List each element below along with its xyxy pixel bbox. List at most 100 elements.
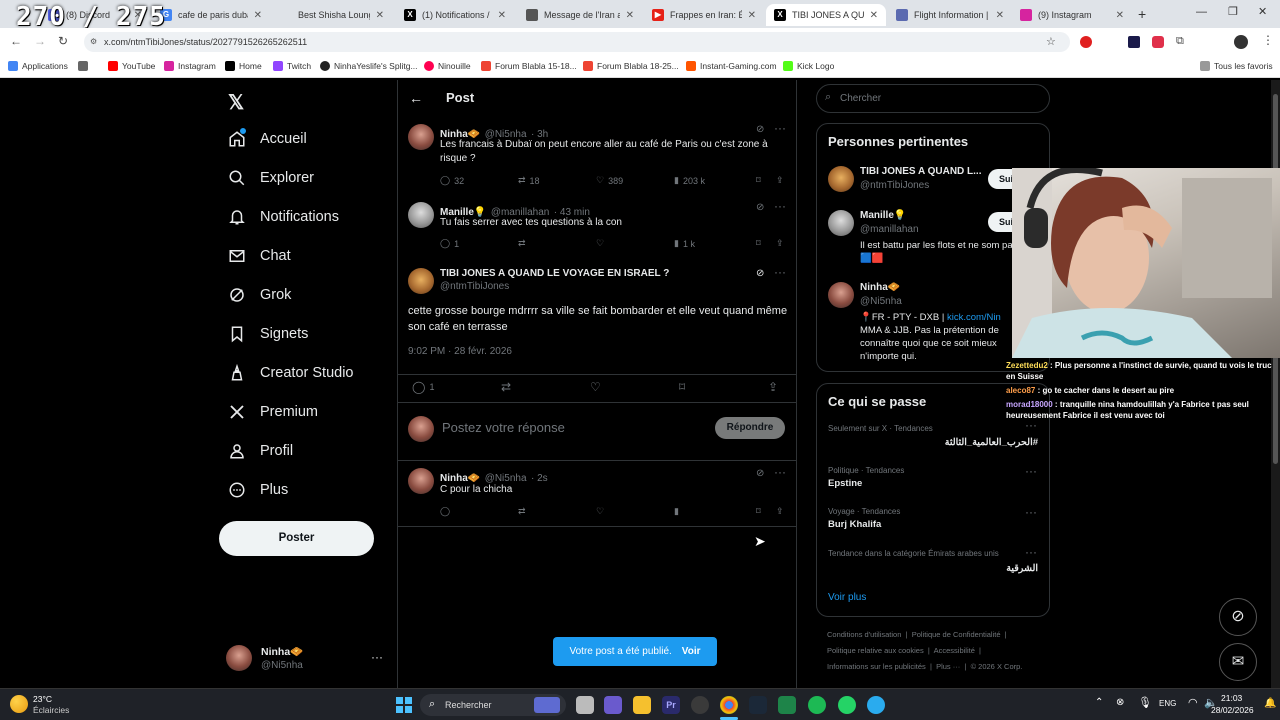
bookmark-button[interactable]: ⌑ xyxy=(679,380,768,394)
reload-icon[interactable]: ↻ xyxy=(58,34,68,48)
reply-button[interactable]: ◯ 1 xyxy=(440,238,518,249)
nav-notifications[interactable]: Notifications xyxy=(228,208,339,226)
bookmark-instagram[interactable]: Instagram xyxy=(164,61,216,71)
close-icon[interactable]: ✕ xyxy=(870,10,878,21)
tab-x-notifications[interactable]: X (1) Notifications / X ✕ xyxy=(396,4,514,26)
share-button[interactable]: ⇪ xyxy=(768,380,778,394)
nav-bookmarks[interactable]: Signets xyxy=(228,325,308,343)
whatsapp-icon[interactable] xyxy=(838,696,856,714)
bookmark-kick-logo[interactable]: Kick Logo xyxy=(783,61,834,71)
bookmark-all-favorites[interactable]: Tous les favoris xyxy=(1200,61,1273,71)
bookmark-forum-18-25[interactable]: Forum Blabla 18-25... xyxy=(583,61,679,71)
reply-button[interactable]: ◯ xyxy=(440,506,518,517)
x-logo-icon[interactable]: 𝕏 xyxy=(228,90,244,115)
reply-button[interactable]: ◯ 32 xyxy=(440,175,518,186)
profile-avatar-icon[interactable] xyxy=(1234,35,1248,49)
footer-link[interactable]: Accessibilité xyxy=(934,646,975,655)
chrome-icon[interactable] xyxy=(720,696,738,714)
notification-bell-icon[interactable]: 🔔 xyxy=(1264,698,1276,709)
grok-icon[interactable]: ⊘ xyxy=(756,468,764,479)
premiere-pro-icon[interactable]: Pr xyxy=(662,696,680,714)
thread-tweet[interactable]: Ninha🧇 @Ni5nha · 3h ⊘ ··· Les francais à… xyxy=(398,120,797,192)
thread-tweet[interactable]: Manille💡 @manillahan · 43 min ⊘ ··· Tu f… xyxy=(398,198,797,254)
tab-shisha[interactable]: Best Shisha Lounge in✕ xyxy=(274,4,392,26)
close-window-icon[interactable]: ✕ xyxy=(1258,5,1267,18)
more-horizontal-icon[interactable]: ··· xyxy=(1025,464,1037,478)
footer-link[interactable]: Plus ··· xyxy=(936,662,960,671)
more-horizontal-icon[interactable]: ··· xyxy=(774,265,786,279)
avatar[interactable] xyxy=(408,268,434,294)
bookmark-ninouille[interactable]: Ninouille xyxy=(424,61,471,71)
more-horizontal-icon[interactable]: ··· xyxy=(1025,545,1037,559)
windows-start-icon[interactable] xyxy=(396,697,412,713)
url-input[interactable]: x.com/ntmTibiJones/status/20277915262652… xyxy=(84,32,1070,52)
more-horizontal-icon[interactable]: ··· xyxy=(774,121,786,135)
obs-icon[interactable] xyxy=(691,696,709,714)
file-explorer-icon[interactable] xyxy=(633,696,651,714)
steam-icon[interactable] xyxy=(749,696,767,714)
avatar[interactable] xyxy=(408,202,434,228)
like-button[interactable]: ♡ xyxy=(596,506,674,517)
tab-youtube[interactable]: ▶Frappes en Iran: Ém✕ xyxy=(644,4,764,26)
bookmark-youtube[interactable]: YouTube xyxy=(108,61,155,71)
task-view-icon[interactable] xyxy=(576,696,594,714)
views-button[interactable]: ▮ 203 k xyxy=(674,175,756,186)
avatar[interactable] xyxy=(408,468,434,494)
post-timestamp[interactable]: 9:02 PM · 28 févr. 2026 xyxy=(408,346,512,357)
bookmark-home[interactable]: Home xyxy=(225,61,262,71)
telegram-icon[interactable] xyxy=(867,696,885,714)
share-button[interactable]: ⇪ xyxy=(776,175,784,186)
like-button[interactable]: ♡ xyxy=(590,380,679,394)
reply-input[interactable]: Postez votre réponse xyxy=(442,420,565,435)
more-horizontal-icon[interactable]: ··· xyxy=(1025,505,1037,519)
repost-button[interactable]: ⇄ xyxy=(501,380,590,394)
bookmark-applications[interactable]: Applications xyxy=(8,61,68,71)
bookmark-twitch[interactable]: Twitch xyxy=(273,61,311,71)
more-horizontal-icon[interactable]: ··· xyxy=(774,199,786,213)
share-button[interactable]: ⇪ xyxy=(776,238,784,249)
forward-icon[interactable]: → xyxy=(34,34,46,48)
bio-link[interactable]: kick.com/Nin xyxy=(947,312,1001,323)
repost-button[interactable]: ⇄ xyxy=(518,238,596,249)
extension-icon[interactable] xyxy=(1152,36,1164,48)
more-horizontal-icon[interactable]: ··· xyxy=(774,465,786,479)
reply-button[interactable]: ◯ 1 xyxy=(412,380,501,394)
grok-icon[interactable]: ⊘ xyxy=(756,124,764,135)
like-button[interactable]: ♡ xyxy=(596,238,674,249)
nav-grok[interactable]: Grok xyxy=(228,286,291,304)
star-icon[interactable]: ☆ xyxy=(1046,35,1056,48)
bookmark-button[interactable]: ⌑ xyxy=(756,238,776,249)
trend-item[interactable]: Politique · Tendances Epstine ··· xyxy=(817,464,1049,502)
nav-chat[interactable]: Chat xyxy=(228,247,291,265)
back-icon[interactable]: ← xyxy=(10,34,22,48)
close-icon[interactable]: ✕ xyxy=(748,10,756,21)
grok-float-button[interactable]: ⊘ xyxy=(1219,598,1257,636)
tab-message-iran[interactable]: Message de l'Iran au ✕ xyxy=(518,4,642,26)
nav-premium[interactable]: Premium xyxy=(228,403,318,421)
network-off-icon[interactable]: ⊗ xyxy=(1116,697,1124,708)
minimize-icon[interactable]: — xyxy=(1196,6,1207,18)
bookmark-grid[interactable] xyxy=(78,61,88,71)
spotify-icon[interactable] xyxy=(808,696,826,714)
close-icon[interactable]: ✕ xyxy=(376,10,384,21)
nav-creator-studio[interactable]: Creator Studio xyxy=(228,364,354,382)
trend-item[interactable]: Seulement sur X · Tendances #الحرب_العال… xyxy=(817,418,1049,460)
repost-button[interactable]: ⇄ xyxy=(518,506,596,517)
reply-tweet[interactable]: Ninha🧇 @Ni5nha · 2s ⊘ ··· C pour la chic… xyxy=(398,464,797,526)
reply-button[interactable]: Répondre xyxy=(715,417,785,439)
bookmark-instant-gaming[interactable]: Instant-Gaming.com xyxy=(686,61,777,71)
close-icon[interactable]: ✕ xyxy=(626,10,634,21)
avatar[interactable] xyxy=(408,124,434,150)
new-tab-icon[interactable]: + xyxy=(1138,6,1146,22)
nav-explore[interactable]: Explorer xyxy=(228,169,314,187)
maximize-icon[interactable]: ❐ xyxy=(1228,5,1238,18)
tab-flight-info[interactable]: Flight Information | D ✕ xyxy=(888,4,1012,26)
account-switcher[interactable]: Ninha🧇 @Ni5nha ··· xyxy=(226,643,396,677)
tab-tibi-jones-active[interactable]: XTIBI JONES A QUAND✕ xyxy=(766,4,886,26)
close-icon[interactable]: ✕ xyxy=(996,10,1004,21)
puzzle-icon[interactable]: ⧉ xyxy=(1176,35,1184,48)
chevron-up-icon[interactable]: ⌃ xyxy=(1095,697,1103,708)
views-button[interactable]: ▮ 1 k xyxy=(674,238,756,249)
footer-link[interactable]: Conditions d'utilisation xyxy=(827,630,901,639)
bookmark-button[interactable]: ⌑ xyxy=(756,506,776,517)
